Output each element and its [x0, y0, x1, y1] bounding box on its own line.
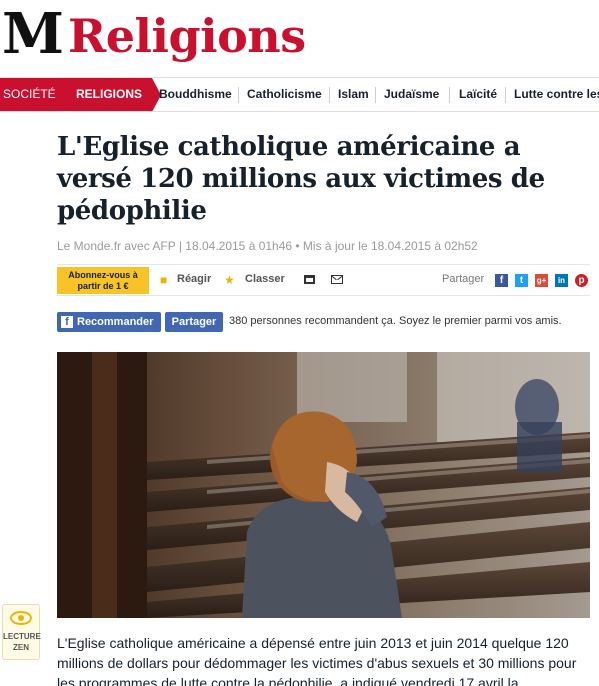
google-plus-icon[interactable]: g+: [535, 274, 548, 287]
facebook-share-button[interactable]: Partager: [165, 312, 223, 332]
facebook-icon[interactable]: f: [495, 274, 508, 287]
subscribe-button[interactable]: Abonnez-vous à partir de 1 €: [57, 267, 149, 294]
nav-item-lutte[interactable]: Lutte contre les: [514, 78, 599, 111]
facebook-recommend-button[interactable]: f Recommander: [57, 312, 161, 332]
nav-divider: [505, 87, 506, 103]
classify-link[interactable]: Classer: [245, 273, 285, 285]
nav-item-catholicisme[interactable]: Catholicisme: [247, 78, 322, 111]
facebook-recommend-label: Recommander: [77, 316, 154, 328]
article-body: L'Eglise catholique américaine a dépensé…: [57, 635, 577, 686]
nav-divider: [375, 87, 376, 103]
nav-divider: [329, 87, 330, 103]
nav-item-laicite[interactable]: Laïcité: [459, 78, 497, 111]
photo-church-woman-praying: [57, 352, 590, 618]
share-label: Partager: [442, 273, 485, 285]
le-monde-logo[interactable]: M: [2, 4, 64, 64]
article-photo: [57, 352, 590, 618]
article-byline: Le Monde.fr avec AFP | 18.04.2015 à 01h4…: [57, 239, 478, 253]
nav-item-societe[interactable]: SOCIÉTÉ: [0, 78, 62, 111]
react-link[interactable]: Réagir: [177, 273, 211, 285]
nav-item-judaisme[interactable]: Judaïsme: [384, 78, 439, 111]
lecture-zen-button[interactable]: LECTURE ZEN: [2, 604, 41, 660]
section-nav: SOCIÉTÉ RELIGIONS Bouddhisme Catholicism…: [0, 77, 599, 112]
nav-item-bouddhisme[interactable]: Bouddhisme: [159, 78, 232, 111]
nav-item-religions[interactable]: RELIGIONS: [62, 78, 152, 111]
facebook-social-row: f Recommander Partager 380 personnes rec…: [57, 312, 597, 332]
star-icon[interactable]: ★: [224, 273, 235, 287]
site-header: M Religions: [0, 0, 599, 76]
share-toolbar: Abonnez-vous à partir de 1 € ■ Réagir ★ …: [57, 264, 590, 296]
lecture-zen-label: LECTURE ZEN: [3, 632, 41, 652]
twitter-icon[interactable]: t: [515, 274, 528, 287]
pinterest-icon[interactable]: p: [575, 274, 588, 287]
facebook-social-text: 380 personnes recommandent ça. Soyez le …: [229, 315, 562, 327]
facebook-icon: f: [61, 316, 73, 328]
nav-item-islam[interactable]: Islam: [338, 78, 369, 111]
nav-divider: [238, 87, 239, 103]
eye-pupil: [18, 615, 24, 621]
mail-icon[interactable]: [331, 275, 343, 284]
comment-icon[interactable]: ■: [160, 273, 167, 287]
article-headline: L'Eglise catholique américaine a versé 1…: [57, 132, 545, 226]
nav-divider: [449, 87, 450, 103]
section-title[interactable]: Religions: [68, 6, 306, 66]
linkedin-icon[interactable]: in: [555, 274, 568, 287]
print-icon[interactable]: [304, 275, 315, 284]
